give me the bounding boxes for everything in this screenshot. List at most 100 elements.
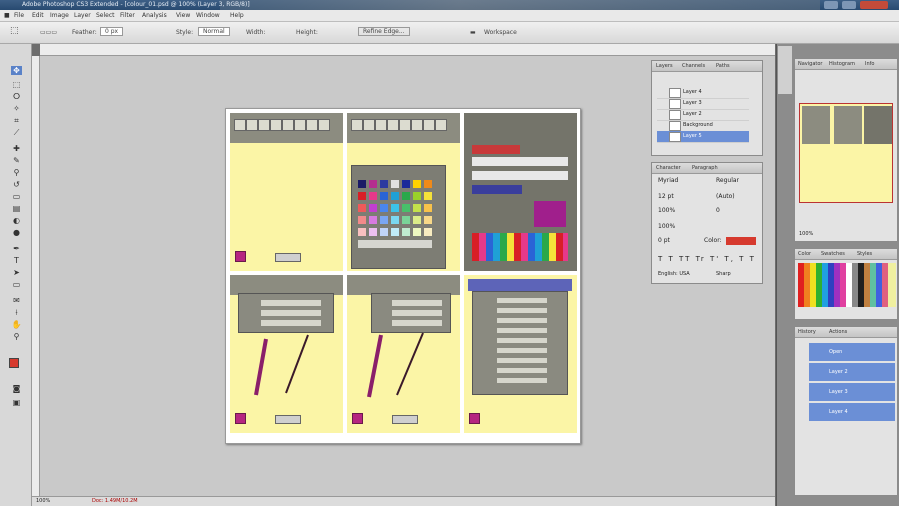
slice-tool-icon[interactable]: ⟋ bbox=[11, 128, 22, 137]
mini-palette bbox=[472, 233, 568, 261]
tab-channels[interactable]: Channels bbox=[682, 63, 705, 69]
font-size-field[interactable]: 12 pt bbox=[658, 193, 674, 200]
tab-layers[interactable]: Layers bbox=[656, 63, 673, 69]
tab-history[interactable]: History bbox=[798, 329, 816, 335]
palette-dialog bbox=[351, 165, 446, 269]
gradient-tool-icon[interactable]: ▤ bbox=[11, 204, 22, 213]
quick-mask-icon[interactable]: ◙ bbox=[11, 384, 22, 393]
eyedropper-icon[interactable]: ⟊ bbox=[11, 308, 22, 317]
selection-mode-icons[interactable]: ▭▭▭ bbox=[40, 29, 57, 36]
workspace-icon[interactable]: ▬ bbox=[470, 29, 476, 36]
history-item[interactable]: Layer 3 bbox=[809, 383, 895, 401]
maximize-button[interactable] bbox=[842, 1, 856, 9]
document-canvas[interactable] bbox=[225, 108, 581, 444]
foreground-color[interactable] bbox=[9, 358, 19, 368]
menu-select[interactable]: Select bbox=[96, 12, 115, 19]
tutorial-cell-4 bbox=[230, 275, 343, 433]
eraser-tool-icon[interactable]: ▭ bbox=[11, 192, 22, 201]
menu-header bbox=[468, 279, 572, 291]
menu-edit[interactable]: Edit bbox=[32, 12, 44, 19]
scale-v-field[interactable]: 100% bbox=[658, 207, 675, 214]
menu-window[interactable]: Window bbox=[196, 12, 220, 19]
brush-tool-icon[interactable]: ✎ bbox=[11, 156, 22, 165]
color-picker-dialog bbox=[464, 113, 577, 271]
close-button[interactable] bbox=[860, 1, 888, 9]
tab-navigator[interactable]: Navigator bbox=[798, 61, 822, 67]
magic-wand-icon[interactable]: ✧ bbox=[11, 104, 22, 113]
tutorial-cell-3 bbox=[464, 113, 577, 271]
tab-styles[interactable]: Styles bbox=[857, 251, 872, 257]
font-family-select[interactable]: Myriad bbox=[658, 177, 678, 184]
tracking-field[interactable]: 0 bbox=[716, 207, 720, 214]
pen-tool-icon[interactable]: ✒ bbox=[11, 244, 22, 253]
marquee-tool-icon[interactable]: ⬚ bbox=[10, 26, 19, 36]
dodge-tool-icon[interactable]: ● bbox=[11, 228, 22, 237]
tab-histogram[interactable]: Histogram bbox=[829, 61, 855, 67]
move-tool-icon[interactable]: ✥ bbox=[11, 66, 22, 75]
language-select[interactable]: English: USA bbox=[658, 271, 690, 277]
scale-h-field[interactable]: 100% bbox=[658, 223, 675, 230]
lasso-tool-icon[interactable]: ⵔ bbox=[11, 92, 22, 101]
style-select[interactable]: Normal bbox=[198, 27, 230, 36]
navigator-thumbnail[interactable] bbox=[799, 103, 893, 203]
history-brush-icon[interactable]: ↺ bbox=[11, 180, 22, 189]
marquee-tool-icon[interactable]: ⬚ bbox=[11, 80, 22, 89]
dropdown-menu bbox=[472, 291, 568, 395]
menu-filter[interactable]: Filter bbox=[120, 12, 135, 19]
zoom-tool-icon[interactable]: ⚲ bbox=[11, 332, 22, 341]
screen-mode-icon[interactable]: ▣ bbox=[11, 398, 22, 407]
refine-edge-button[interactable]: Refine Edge... bbox=[358, 27, 410, 36]
font-style-select[interactable]: Regular bbox=[716, 177, 739, 184]
history-item[interactable]: Layer 4 bbox=[809, 403, 895, 421]
color-swatch bbox=[469, 413, 480, 424]
leading-field[interactable]: (Auto) bbox=[716, 193, 735, 200]
tutorial-cell-2 bbox=[347, 113, 460, 271]
ok-button bbox=[275, 415, 301, 424]
healing-brush-icon[interactable]: ✚ bbox=[11, 144, 22, 153]
tutorial-cell-1 bbox=[230, 113, 343, 271]
tab-swatches[interactable]: Swatches bbox=[821, 251, 845, 257]
antialias-select[interactable]: Sharp bbox=[716, 271, 731, 277]
tab-paragraph[interactable]: Paragraph bbox=[692, 165, 718, 171]
navigator-panel: Navigator Histogram Info 100% bbox=[794, 58, 898, 242]
zoom-status[interactable]: 100% bbox=[36, 498, 50, 504]
tab-character[interactable]: Character bbox=[656, 165, 681, 171]
text-style-buttons[interactable]: T T TT Tr T' T, T T bbox=[658, 255, 756, 263]
menu-analysis[interactable]: Analysis bbox=[142, 12, 167, 19]
swatch-grid[interactable] bbox=[798, 263, 896, 307]
minimize-button[interactable] bbox=[824, 1, 838, 9]
text-color-swatch[interactable] bbox=[726, 237, 756, 245]
title-bar: Adobe Photoshop CS3 Extended - [colour_0… bbox=[0, 0, 899, 10]
notes-tool-icon[interactable]: ✉ bbox=[11, 296, 22, 305]
history-item[interactable]: Open bbox=[809, 343, 895, 361]
toolbar-strip bbox=[230, 113, 343, 143]
stamp-tool-icon[interactable]: ⚲ bbox=[11, 168, 22, 177]
color-swatch bbox=[235, 251, 246, 262]
blur-tool-icon[interactable]: ◐ bbox=[11, 216, 22, 225]
vertical-ruler bbox=[32, 56, 40, 496]
path-select-icon[interactable]: ➤ bbox=[11, 268, 22, 277]
tab-paths[interactable]: Paths bbox=[716, 63, 730, 69]
menu-image[interactable]: Image bbox=[50, 12, 69, 19]
layer-row-selected[interactable]: Layer 5 bbox=[657, 131, 749, 143]
workspace-button[interactable]: Workspace bbox=[484, 29, 517, 36]
collapsed-panel-strip[interactable] bbox=[778, 46, 792, 94]
color-label: Color: bbox=[704, 237, 722, 244]
zoom-field[interactable]: 100% bbox=[799, 231, 813, 237]
tab-actions[interactable]: Actions bbox=[829, 329, 847, 335]
type-tool-icon[interactable]: T bbox=[11, 256, 22, 265]
hand-tool-icon[interactable]: ✋ bbox=[11, 320, 22, 329]
baseline-field[interactable]: 0 pt bbox=[658, 237, 670, 244]
menu-view[interactable]: View bbox=[176, 12, 190, 19]
tab-info[interactable]: Info bbox=[865, 61, 874, 67]
shape-tool-icon[interactable]: ▭ bbox=[11, 280, 22, 289]
menu-file[interactable]: File bbox=[14, 12, 24, 19]
history-item[interactable]: Layer 2 bbox=[809, 363, 895, 381]
toolbar-strip bbox=[347, 113, 460, 143]
feather-input[interactable]: 0 px bbox=[100, 27, 124, 36]
menu-layer[interactable]: Layer bbox=[74, 12, 91, 19]
tab-color[interactable]: Color bbox=[798, 251, 811, 257]
menu-help[interactable]: Help bbox=[230, 12, 244, 19]
palette-grid bbox=[358, 180, 432, 248]
crop-tool-icon[interactable]: ⌗ bbox=[11, 116, 22, 125]
